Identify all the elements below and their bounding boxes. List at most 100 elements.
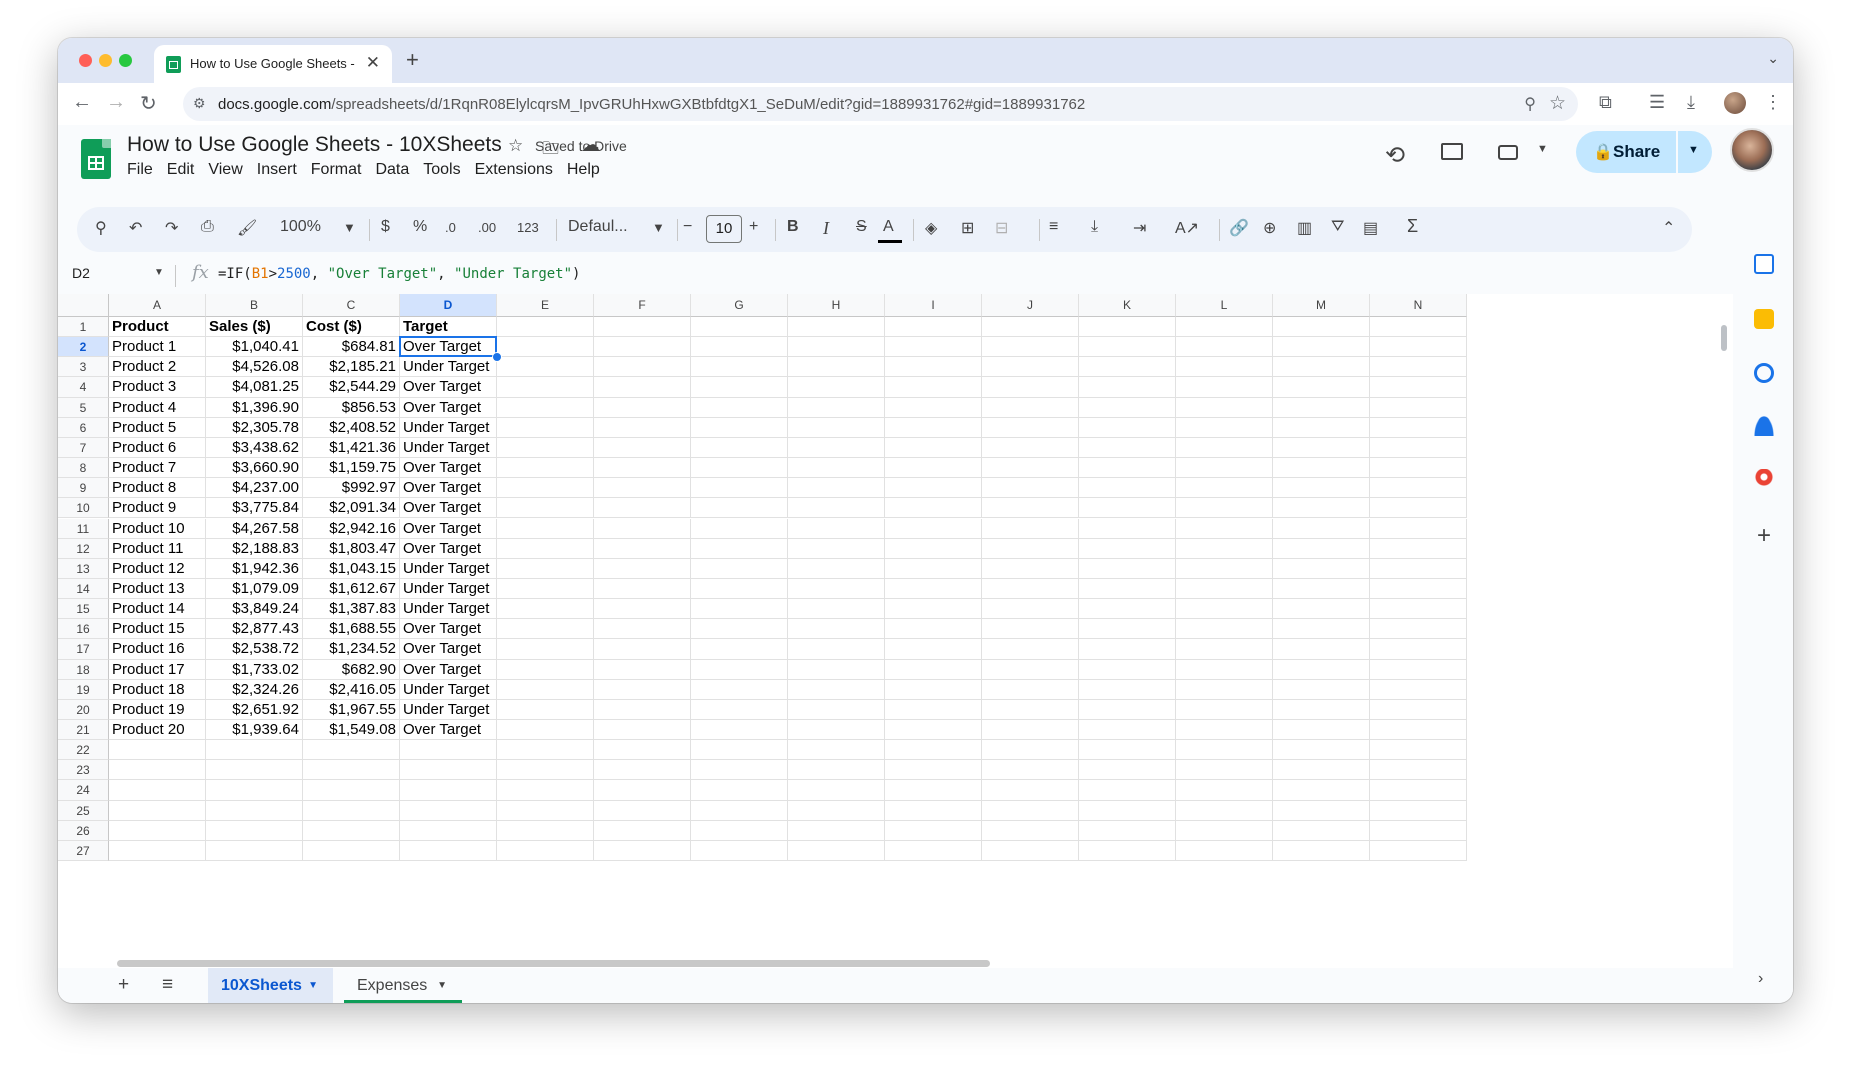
- cell-k20[interactable]: [1079, 699, 1176, 720]
- cell-f10[interactable]: [594, 498, 691, 519]
- cell-j25[interactable]: [982, 800, 1079, 821]
- fill-color-icon[interactable]: ◈: [925, 218, 937, 238]
- cell-h21[interactable]: [788, 720, 885, 741]
- document-title[interactable]: How to Use Google Sheets - 10XSheets: [127, 133, 502, 157]
- cell-f17[interactable]: [594, 639, 691, 660]
- insert-comment-icon[interactable]: ⊕: [1263, 218, 1276, 238]
- cell-c3[interactable]: $2,185.21: [303, 357, 400, 378]
- cell-a10[interactable]: Product 9: [109, 498, 206, 519]
- cell-n4[interactable]: [1370, 377, 1467, 398]
- cell-d23[interactable]: [400, 760, 497, 781]
- cell-l19[interactable]: [1176, 679, 1273, 700]
- row-header-16[interactable]: 16: [58, 619, 109, 640]
- cell-n11[interactable]: [1370, 518, 1467, 539]
- cell-f21[interactable]: [594, 720, 691, 741]
- font-size-decrease-icon[interactable]: −: [683, 218, 692, 236]
- cell-e18[interactable]: [497, 659, 594, 680]
- cell-g13[interactable]: [691, 558, 788, 579]
- cell-d6[interactable]: Under Target: [400, 417, 497, 438]
- column-header-m[interactable]: M: [1273, 294, 1370, 317]
- cell-d20[interactable]: Under Target: [400, 699, 497, 720]
- cell-j11[interactable]: [982, 518, 1079, 539]
- cell-f24[interactable]: [594, 780, 691, 801]
- cell-b11[interactable]: $4,267.58: [206, 518, 303, 539]
- cell-b3[interactable]: $4,526.08: [206, 357, 303, 378]
- cell-l21[interactable]: [1176, 720, 1273, 741]
- cell-a3[interactable]: Product 2: [109, 357, 206, 378]
- cell-f6[interactable]: [594, 417, 691, 438]
- sheet-tab-expenses[interactable]: Expenses ▼: [344, 968, 462, 1003]
- cell-l15[interactable]: [1176, 599, 1273, 620]
- cell-f3[interactable]: [594, 357, 691, 378]
- cell-i3[interactable]: [885, 357, 982, 378]
- cell-a17[interactable]: Product 16: [109, 639, 206, 660]
- cell-b26[interactable]: [206, 820, 303, 841]
- cell-f4[interactable]: [594, 377, 691, 398]
- cell-c27[interactable]: [303, 840, 400, 862]
- maps-icon[interactable]: [1754, 469, 1774, 489]
- cell-n5[interactable]: [1370, 397, 1467, 418]
- cell-h22[interactable]: [788, 740, 885, 761]
- column-header-j[interactable]: J: [982, 294, 1079, 317]
- cell-i7[interactable]: [885, 437, 982, 459]
- cell-b25[interactable]: [206, 800, 303, 821]
- cell-e4[interactable]: [497, 377, 594, 398]
- cell-j1[interactable]: [982, 317, 1079, 338]
- functions-button[interactable]: Σ: [1407, 216, 1418, 237]
- cell-g10[interactable]: [691, 498, 788, 519]
- cell-g8[interactable]: [691, 458, 788, 479]
- cell-h17[interactable]: [788, 639, 885, 660]
- tasks-icon[interactable]: [1754, 363, 1774, 383]
- cell-c2[interactable]: $684.81: [303, 337, 400, 358]
- cell-n19[interactable]: [1370, 679, 1467, 700]
- cell-g25[interactable]: [691, 800, 788, 821]
- horizontal-scroll-thumb[interactable]: [117, 960, 990, 967]
- cell-j5[interactable]: [982, 397, 1079, 418]
- cell-c16[interactable]: $1,688.55: [303, 619, 400, 640]
- browser-tab[interactable]: How to Use Google Sheets - ✕: [154, 45, 392, 83]
- cell-h9[interactable]: [788, 478, 885, 499]
- row-header-26[interactable]: 26: [58, 820, 109, 841]
- redo-icon[interactable]: ↷: [165, 218, 178, 238]
- cell-e8[interactable]: [497, 458, 594, 479]
- print-icon[interactable]: ⎙: [201, 218, 214, 236]
- cell-i12[interactable]: [885, 538, 982, 559]
- cell-d27[interactable]: [400, 840, 497, 862]
- cell-j14[interactable]: [982, 578, 1079, 600]
- cell-i2[interactable]: [885, 337, 982, 358]
- cell-j10[interactable]: [982, 498, 1079, 519]
- cell-g21[interactable]: [691, 720, 788, 741]
- cell-d7[interactable]: Under Target: [400, 437, 497, 459]
- cell-k8[interactable]: [1079, 458, 1176, 479]
- cell-g2[interactable]: [691, 337, 788, 358]
- cell-b10[interactable]: $3,775.84: [206, 498, 303, 519]
- cell-c6[interactable]: $2,408.52: [303, 417, 400, 438]
- cell-n7[interactable]: [1370, 437, 1467, 459]
- maximize-window-dot[interactable]: [119, 54, 132, 67]
- cell-i27[interactable]: [885, 840, 982, 862]
- cell-d17[interactable]: Over Target: [400, 639, 497, 660]
- cell-a21[interactable]: Product 20: [109, 720, 206, 741]
- cell-b2[interactable]: $1,040.41: [206, 337, 303, 358]
- menu-help[interactable]: Help: [567, 161, 606, 179]
- cell-a20[interactable]: Product 19: [109, 699, 206, 720]
- vertical-scrollbar[interactable]: [1718, 317, 1730, 967]
- cell-d22[interactable]: [400, 740, 497, 761]
- cell-i17[interactable]: [885, 639, 982, 660]
- cell-d5[interactable]: Over Target: [400, 397, 497, 418]
- vertical-scroll-thumb[interactable]: [1721, 325, 1727, 351]
- cell-j6[interactable]: [982, 417, 1079, 438]
- cell-d12[interactable]: Over Target: [400, 538, 497, 559]
- cell-g18[interactable]: [691, 659, 788, 680]
- cell-g17[interactable]: [691, 639, 788, 660]
- close-window-dot[interactable]: [79, 54, 92, 67]
- cell-n26[interactable]: [1370, 820, 1467, 841]
- cell-j3[interactable]: [982, 357, 1079, 378]
- cell-b18[interactable]: $1,733.02: [206, 659, 303, 680]
- cell-d14[interactable]: Under Target: [400, 578, 497, 600]
- cell-g20[interactable]: [691, 699, 788, 720]
- cell-l27[interactable]: [1176, 840, 1273, 862]
- cell-b20[interactable]: $2,651.92: [206, 699, 303, 720]
- cell-h4[interactable]: [788, 377, 885, 398]
- cell-j15[interactable]: [982, 599, 1079, 620]
